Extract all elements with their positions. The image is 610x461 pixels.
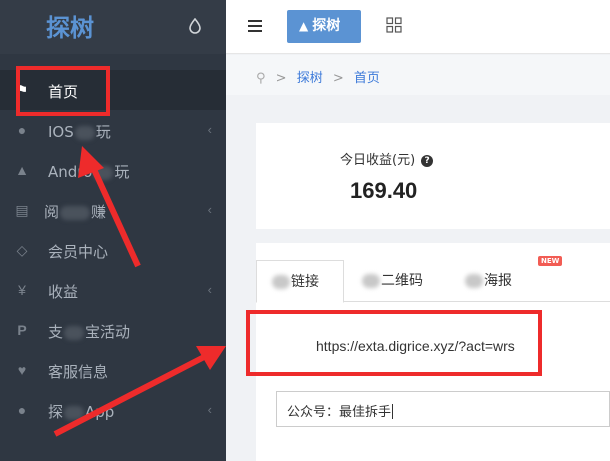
account-text: 公众号：最佳拆手 bbox=[287, 405, 392, 420]
sidebar-item-app[interactable]: ● 探 App ‹ bbox=[0, 390, 226, 430]
sidebar-item-reading[interactable]: ▤ 阅赚 ‹ bbox=[0, 190, 226, 230]
tree-icon: ▲ bbox=[299, 19, 309, 33]
location-pin-icon: ⚲ bbox=[256, 71, 266, 86]
sidebar-item-label: 阅赚 bbox=[44, 203, 107, 221]
redaction-blur bbox=[362, 274, 380, 288]
apple-icon: ● bbox=[17, 122, 27, 138]
brand-button[interactable]: ▲ 探树 bbox=[287, 10, 361, 43]
sidebar-item-customer-service[interactable]: ♥ 客服信息 bbox=[0, 350, 226, 390]
sidebar-item-ios[interactable]: ● IOS 玩 ‹ bbox=[0, 110, 226, 150]
sidebar-item-earnings[interactable]: ¥ 收益 ‹ bbox=[0, 270, 226, 310]
text-caret bbox=[392, 404, 394, 419]
apple-icon: ● bbox=[17, 402, 27, 418]
sidebar-item-label: IOS 玩 bbox=[48, 123, 111, 141]
sidebar-item-label: Andro 玩 bbox=[48, 163, 130, 181]
sidebar-item-android[interactable]: ▲ Andro 玩 bbox=[0, 150, 226, 190]
sidebar-item-label: 探 App bbox=[48, 403, 115, 421]
breadcrumb-link-root[interactable]: 探树 bbox=[297, 71, 323, 86]
sidebar-item-label: 会员中心 bbox=[48, 243, 109, 261]
redaction-blur bbox=[60, 205, 91, 220]
breadcrumb-separator: > bbox=[275, 71, 287, 86]
book-icon: ▤ bbox=[15, 202, 29, 218]
hamburger-menu-icon[interactable] bbox=[248, 20, 262, 32]
sidebar-item-label: 收益 bbox=[48, 283, 79, 301]
paypal-icon: P bbox=[17, 322, 27, 338]
annotation-box-home bbox=[16, 66, 110, 116]
sidebar-item-membership[interactable]: ◇ 会员中心 bbox=[0, 230, 226, 270]
stat-label: 今日收益(元)? bbox=[340, 149, 434, 168]
help-icon[interactable]: ? bbox=[421, 155, 434, 167]
new-badge: NEW bbox=[538, 256, 563, 266]
redaction-blur bbox=[64, 325, 85, 340]
earnings-card: 今日收益(元)? 169.40 bbox=[256, 123, 610, 229]
redaction-blur bbox=[465, 274, 483, 288]
chevron-left-icon: ‹ bbox=[207, 122, 212, 137]
chevron-left-icon: ‹ bbox=[207, 402, 212, 417]
sidebar-item-alipay-activity[interactable]: P 支宝活动 bbox=[0, 310, 226, 350]
redaction-blur bbox=[272, 275, 290, 289]
diamond-icon: ◇ bbox=[16, 242, 28, 258]
tab-poster[interactable]: 海报 NEW bbox=[464, 256, 563, 302]
sidebar-header: 探树 bbox=[0, 0, 226, 54]
grid-icon[interactable] bbox=[386, 17, 402, 33]
android-icon: ▲ bbox=[15, 162, 29, 178]
sidebar-item-label: 支宝活动 bbox=[48, 323, 131, 341]
sidebar-nav: ⚑ 首页 ● IOS 玩 ‹ ▲ Andro 玩 ▤ 阅赚 ‹ ◇ 会员中心 ¥ 收… bbox=[0, 70, 226, 430]
chevron-left-icon: ‹ bbox=[207, 282, 212, 297]
redaction-blur bbox=[93, 165, 114, 180]
stat-value: 169.40 bbox=[350, 178, 418, 203]
annotation-box-link bbox=[246, 310, 542, 376]
breadcrumb-link-current[interactable]: 首页 bbox=[354, 71, 380, 86]
redaction-blur bbox=[64, 405, 85, 420]
redaction-blur bbox=[74, 125, 95, 140]
app-logo[interactable]: 探树 bbox=[46, 8, 94, 43]
account-input[interactable]: 公众号：最佳拆手 bbox=[276, 391, 610, 427]
yen-icon: ¥ bbox=[18, 282, 26, 298]
tab-qrcode[interactable]: 二维码 bbox=[361, 260, 423, 302]
chevron-left-icon: ‹ bbox=[207, 202, 212, 217]
main-content: 今日收益(元)? 169.40 链接 二维码 海报 NEW https://ex… bbox=[226, 95, 610, 461]
theme-drop-icon[interactable] bbox=[188, 18, 202, 34]
tab-link[interactable]: 链接 bbox=[256, 260, 344, 303]
breadcrumb-separator: > bbox=[332, 71, 344, 86]
heart-icon: ♥ bbox=[17, 362, 27, 378]
breadcrumb: ⚲ > 探树 > 首页 bbox=[226, 55, 610, 95]
sidebar-item-label: 客服信息 bbox=[48, 363, 109, 381]
top-bar: ▲ 探树 bbox=[226, 0, 610, 54]
tab-bar: 链接 二维码 海报 NEW bbox=[256, 256, 610, 303]
